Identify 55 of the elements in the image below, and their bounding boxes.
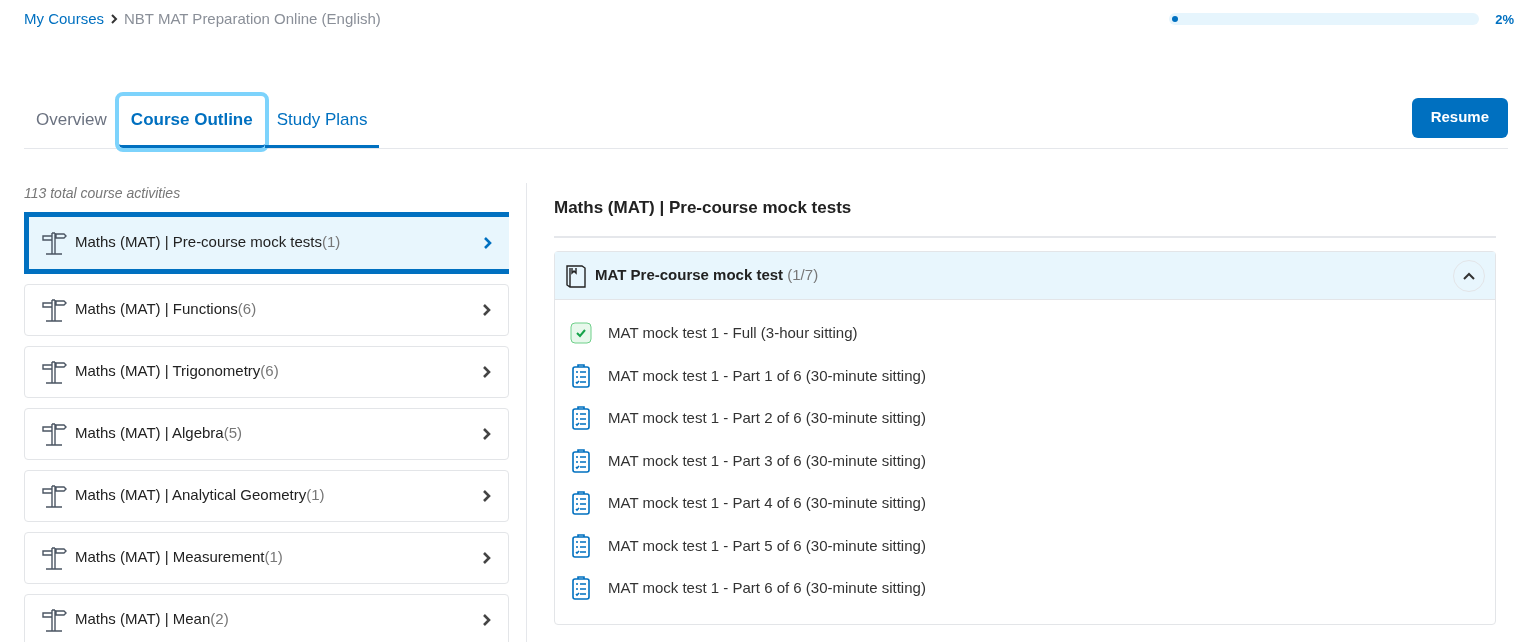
clipboard-checklist-icon [571,575,591,602]
activity-link[interactable]: MAT mock test 1 - Part 4 of 6 (30-minute sitting) [608,492,926,515]
tab[interactable]: Overview [24,95,119,148]
chevron-right-icon [482,550,492,565]
resume-button[interactable]: Resume [1411,97,1508,138]
clipboard-checklist-icon [571,405,591,432]
activity-group-header[interactable]: MAT Pre-course mock test (1/7) [555,252,1495,300]
activities-count: 113 total course activities [24,183,182,203]
activity-link[interactable]: MAT mock test 1 - Part 3 of 6 (30-minute sitting) [608,449,926,472]
section-item[interactable]: Maths (MAT) | Analytical Geometry(1) [24,469,509,522]
section-item[interactable]: Maths (MAT) | Trigonometry(6) [24,345,509,398]
section-heading: Maths (MAT) | Pre-course mock tests [554,194,1496,238]
signpost-icon [41,544,67,571]
section-title: Maths (MAT) | Algebra(5) [75,423,243,444]
chevron-right-icon [482,612,492,627]
checkbox-checked-icon [570,322,592,345]
tab[interactable]: Study Plans [264,95,380,148]
activity-link[interactable]: MAT mock test 1 - Part 5 of 6 (30-minute sitting) [608,534,926,557]
progress-percent: 2% [1495,10,1514,29]
activity-group-title: MAT Pre-course mock test (1/7) [595,265,820,286]
signpost-icon [41,420,67,447]
section-item[interactable]: Maths (MAT) | Pre-course mock tests(1) [24,211,509,274]
signpost-icon [41,229,67,256]
signpost-icon [41,482,67,509]
section-title: Maths (MAT) | Trigonometry(6) [75,361,280,382]
activity-link[interactable]: MAT mock test 1 - Part 6 of 6 (30-minute sitting) [608,577,926,600]
chevron-right-icon [482,302,492,317]
signpost-icon [41,296,67,323]
chevron-right-icon [110,14,119,25]
section-item[interactable]: Maths (MAT) | Mean(2) [24,593,509,642]
activity-link[interactable]: MAT mock test 1 - Full (3-hour sitting) [608,322,858,345]
signpost-icon [41,358,67,385]
clipboard-checklist-icon [571,490,591,517]
clipboard-checklist-icon [571,532,591,559]
section-title: Maths (MAT) | Measurement(1) [75,547,284,568]
activity-link[interactable]: MAT mock test 1 - Part 2 of 6 (30-minute sitting) [608,407,926,430]
book-icon [565,263,587,288]
breadcrumb-link[interactable]: My Courses [24,8,105,31]
section-title: Maths (MAT) | Analytical Geometry(1) [75,485,326,506]
breadcrumb-current: NBT MAT Preparation Online (English) [124,9,381,29]
activity-link[interactable]: MAT mock test 1 - Part 1 of 6 (30-minute sitting) [608,364,926,387]
signpost-icon [41,606,67,633]
section-item[interactable]: Maths (MAT) | Functions(6) [24,283,509,336]
section-item[interactable]: Maths (MAT) | Measurement(1) [24,531,509,584]
clipboard-checklist-icon [571,447,591,474]
chevron-up-icon [1462,270,1476,281]
section-item[interactable]: Maths (MAT) | Algebra(5) [24,407,509,460]
section-title: Maths (MAT) | Pre-course mock tests(1) [75,232,342,253]
clipboard-checklist-icon [571,362,591,389]
chevron-right-icon [482,364,492,379]
chevron-right-icon [482,488,492,503]
section-title: Maths (MAT) | Mean(2) [75,609,230,630]
section-title: Maths (MAT) | Functions(6) [75,299,258,320]
chevron-right-icon [482,426,492,441]
chevron-right-icon [483,235,493,250]
